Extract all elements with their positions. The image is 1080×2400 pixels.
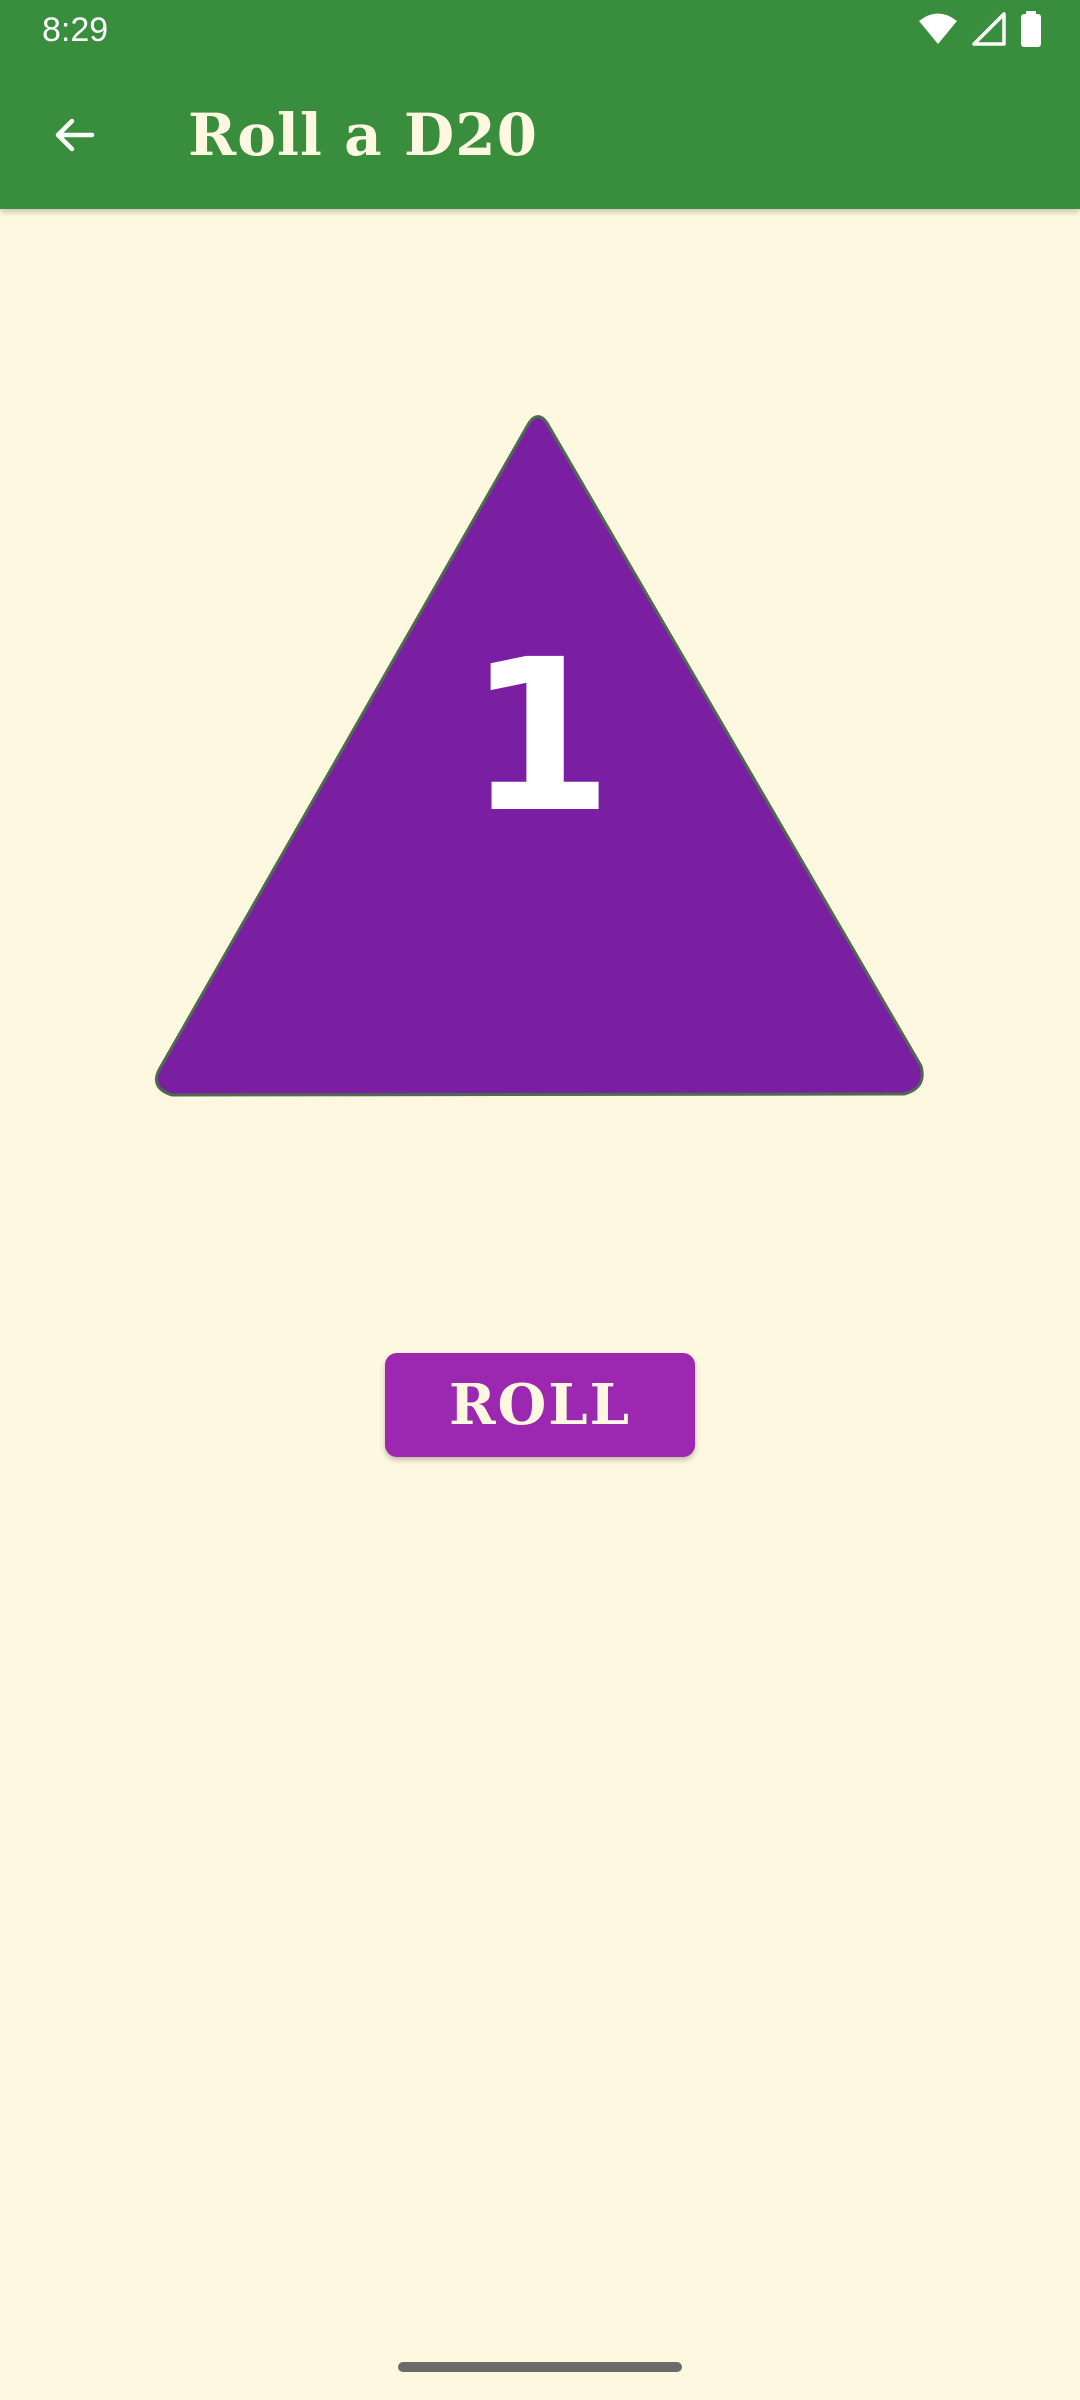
- gesture-navigation-bar[interactable]: [398, 2362, 682, 2372]
- wifi-icon: [918, 12, 958, 51]
- status-time: 8:29: [42, 11, 109, 49]
- d20-die: 1: [150, 412, 930, 1102]
- status-icons: [918, 10, 1042, 52]
- back-button[interactable]: [36, 98, 112, 174]
- die-result-value: 1: [466, 614, 614, 859]
- page-title: Roll a D20: [188, 101, 538, 169]
- arrow-back-icon: [50, 111, 98, 162]
- app-bar: Roll a D20: [0, 62, 1080, 209]
- roll-button[interactable]: ROLL: [385, 1353, 695, 1457]
- battery-icon: [1020, 10, 1042, 52]
- signal-icon: [972, 11, 1006, 51]
- status-bar: 8:29: [0, 0, 1080, 62]
